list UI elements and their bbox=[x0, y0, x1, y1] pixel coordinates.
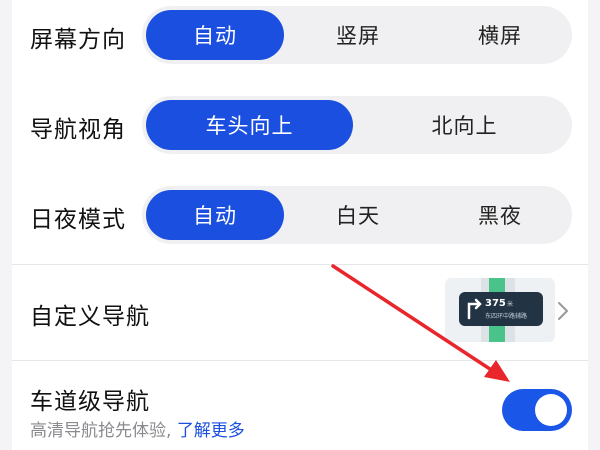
annotation-arrow bbox=[331, 264, 510, 382]
